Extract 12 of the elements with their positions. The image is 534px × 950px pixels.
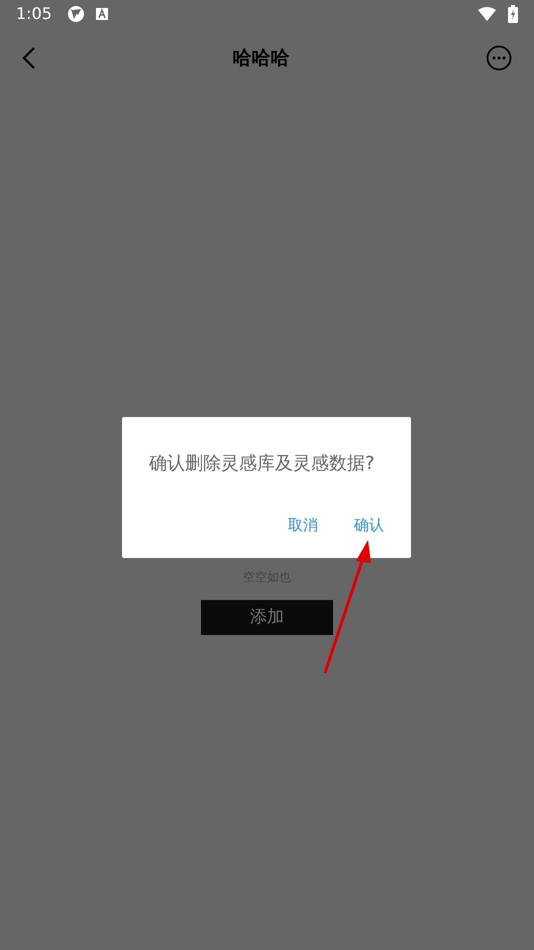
aperture-icon xyxy=(68,6,84,22)
wifi-icon xyxy=(478,7,496,21)
battery-icon xyxy=(508,5,518,23)
back-icon[interactable] xyxy=(22,46,36,70)
dialog-button[interactable]: 确认 xyxy=(354,514,384,536)
dialog-button[interactable]: 取消 xyxy=(288,514,318,536)
add-button[interactable]: 添加 xyxy=(201,600,333,635)
more-icon[interactable] xyxy=(486,45,512,71)
status-time: 1:05 xyxy=(16,3,52,25)
font-icon xyxy=(96,8,108,20)
page-title: 哈哈哈 xyxy=(232,46,290,71)
dialog-message: 确认删除灵感库及灵感数据? xyxy=(149,452,376,476)
